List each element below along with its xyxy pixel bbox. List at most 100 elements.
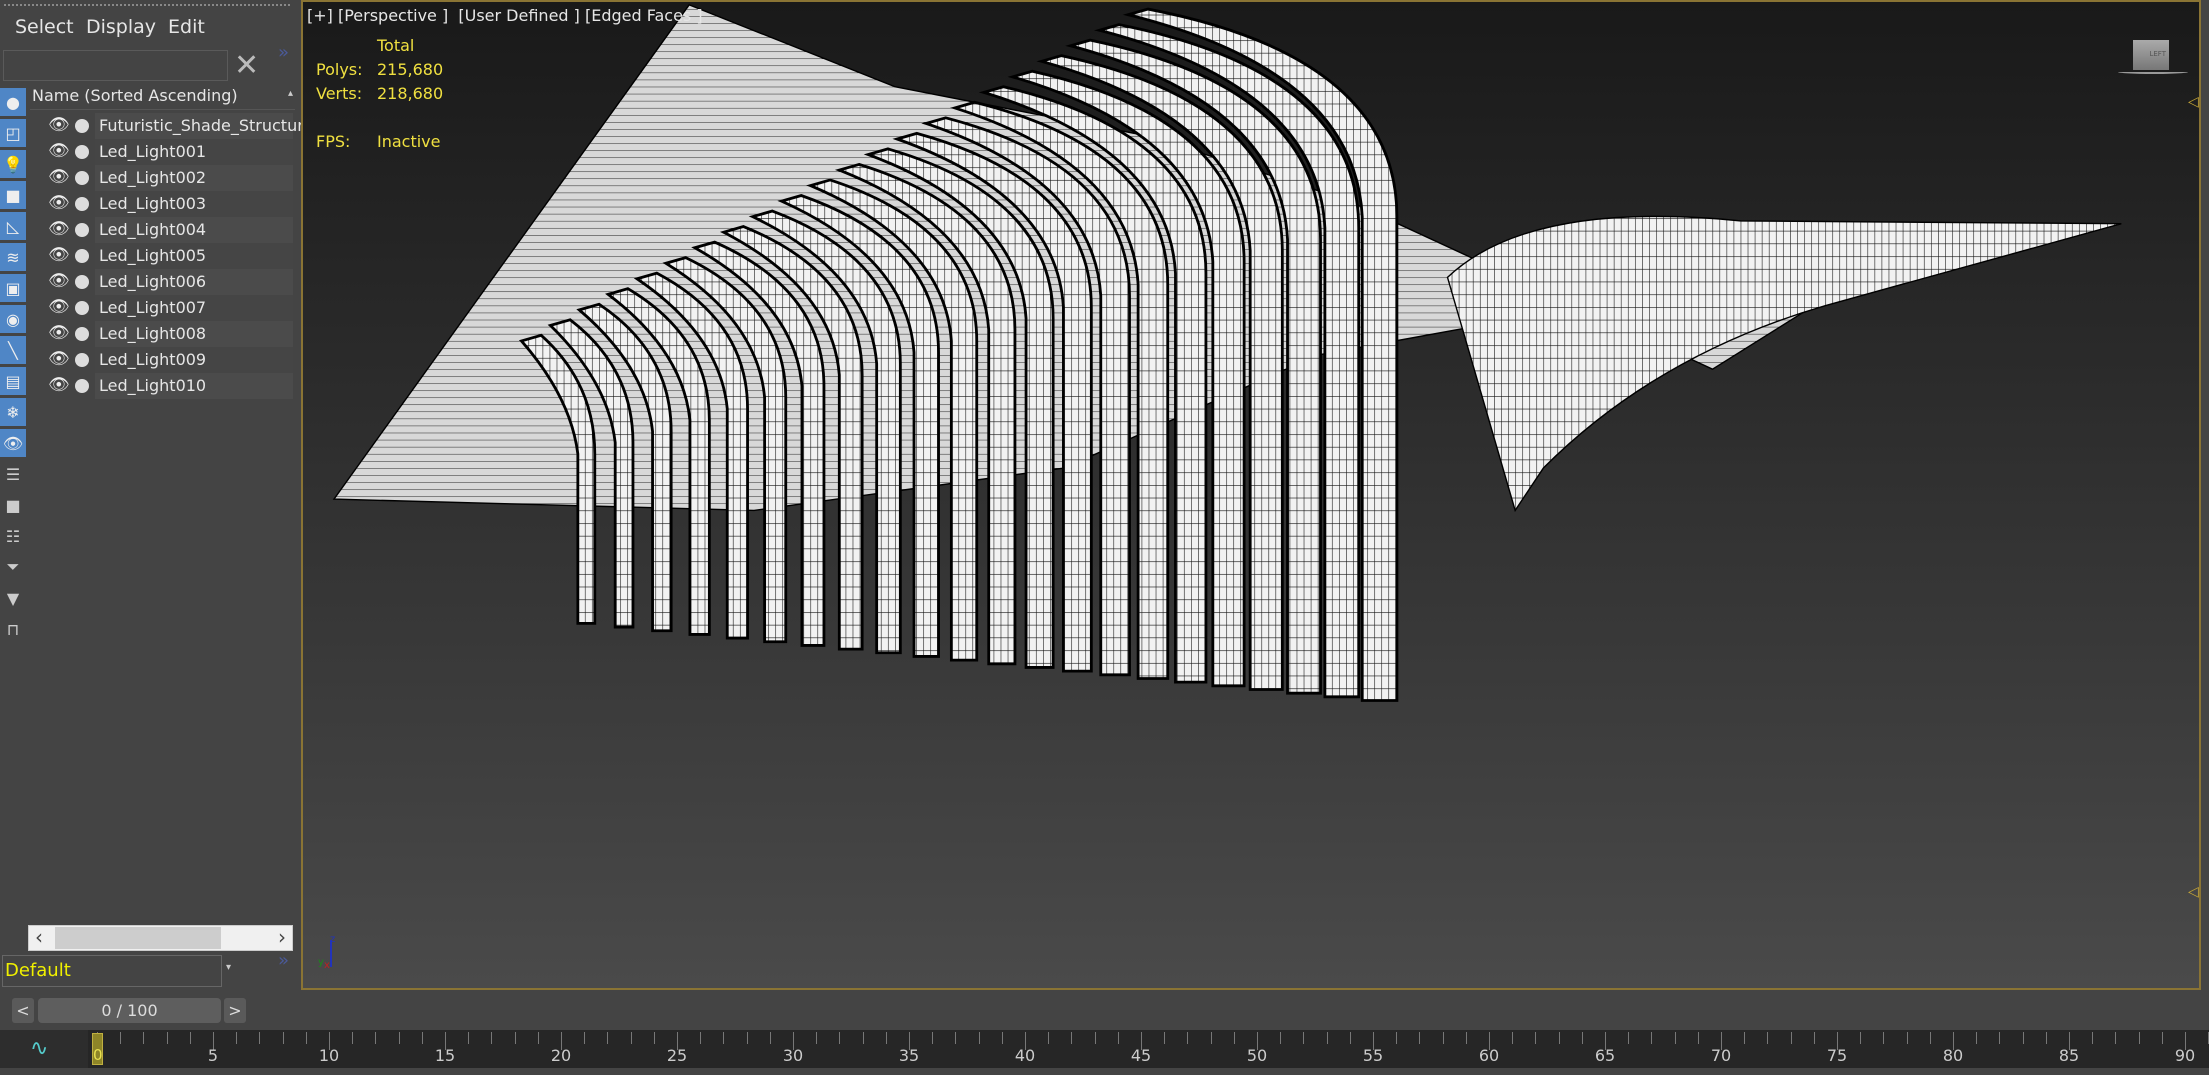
- viewcube[interactable]: LEFT: [2133, 40, 2169, 70]
- menu-select[interactable]: Select: [15, 16, 74, 38]
- spacewarps-icon[interactable]: ≋: [0, 243, 26, 271]
- list-item[interactable]: 👁 Led_Light005: [40, 243, 293, 269]
- freeze-dot-icon[interactable]: [75, 275, 89, 289]
- visibility-eye-icon[interactable]: 👁: [48, 375, 70, 395]
- svg-text:z: z: [330, 934, 335, 945]
- list-item[interactable]: 👁 Led_Light008: [40, 321, 293, 347]
- scroll-right-icon[interactable]: ›: [278, 925, 286, 949]
- timeline-tick: [1465, 1032, 1467, 1044]
- visibility-eye-icon[interactable]: 👁: [48, 297, 70, 317]
- geometry-icon[interactable]: ●: [0, 88, 26, 116]
- menu-edit[interactable]: Edit: [168, 16, 205, 38]
- timeline-label: 90: [2174, 1046, 2196, 1065]
- timeline-tick: [653, 1032, 655, 1044]
- lights-icon[interactable]: 💡: [0, 150, 26, 178]
- timeline-tick: [1326, 1032, 1328, 1044]
- freeze-dot-icon[interactable]: [75, 223, 89, 237]
- clear-search-icon[interactable]: ✕: [234, 48, 259, 83]
- containers-icon[interactable]: ▤: [0, 367, 26, 395]
- timeline-tick: [1929, 1032, 1931, 1044]
- list-item[interactable]: 👁 Led_Light001: [40, 139, 293, 165]
- shapes-icon[interactable]: ◰: [0, 119, 26, 147]
- time-slider[interactable]: 0 / 100: [38, 998, 221, 1023]
- display-all-icon[interactable]: ■: [0, 491, 26, 519]
- hidden-icon[interactable]: 👁: [0, 429, 26, 457]
- list-item[interactable]: 👁 Led_Light004: [40, 217, 293, 243]
- viewport-marker-icon: ◁: [2188, 94, 2199, 110]
- frozen-icon[interactable]: ❄: [0, 398, 26, 426]
- fps-value: Inactive: [377, 132, 441, 151]
- layers-icon[interactable]: ⊓: [0, 615, 26, 643]
- expand-icon[interactable]: »: [278, 950, 289, 971]
- bones-icon[interactable]: ╲: [0, 336, 26, 364]
- search-input[interactable]: [3, 50, 228, 81]
- helpers-icon[interactable]: ◺: [0, 212, 26, 240]
- timeline-tick: [1651, 1032, 1653, 1044]
- list-item[interactable]: 👁 Futuristic_Shade_Structure: [40, 113, 313, 139]
- expand-icon[interactable]: »: [278, 42, 289, 63]
- timeline-tick: [189, 1032, 191, 1044]
- timeline-tick: [1697, 1032, 1699, 1044]
- horizontal-scrollbar[interactable]: ‹ ›: [28, 925, 293, 951]
- timeline-tick: [1767, 1032, 1769, 1044]
- freeze-dot-icon[interactable]: [75, 301, 89, 315]
- visibility-eye-icon[interactable]: 👁: [48, 219, 70, 239]
- timeline-tick: [398, 1032, 400, 1044]
- visibility-eye-icon[interactable]: 👁: [48, 167, 70, 187]
- groups-icon[interactable]: ▣: [0, 274, 26, 302]
- column-header-name[interactable]: Name (Sorted Ascending) ▴: [30, 86, 295, 110]
- timeline-tick: [1094, 1032, 1096, 1044]
- list-item[interactable]: 👁 Led_Light009: [40, 347, 293, 373]
- filter-settings-icon[interactable]: ⏷: [0, 553, 26, 581]
- shade-structure-model[interactable]: [303, 2, 2201, 990]
- freeze-dot-icon[interactable]: [75, 249, 89, 263]
- panel-grip[interactable]: [4, 4, 290, 8]
- xrefs-icon[interactable]: ◉: [0, 305, 26, 333]
- perspective-viewport[interactable]: [+] [Perspective ] [User Defined ] [Edge…: [301, 0, 2201, 990]
- timeline-track[interactable]: 5 10 15 20 25 30 35 40 45 50 55 60 65 70 75 80 85 90: [88, 1030, 2209, 1068]
- curve-editor-icon[interactable]: ∿: [30, 1036, 48, 1061]
- chevron-down-icon[interactable]: ▾: [226, 962, 231, 973]
- freeze-dot-icon[interactable]: [75, 171, 89, 185]
- scroll-thumb[interactable]: [55, 927, 221, 949]
- visibility-eye-icon[interactable]: 👁: [48, 141, 70, 161]
- display-none-icon[interactable]: ☷: [0, 522, 26, 550]
- list-item[interactable]: 👁 Led_Light007: [40, 295, 293, 321]
- menu-display[interactable]: Display: [86, 16, 156, 38]
- freeze-dot-icon[interactable]: [75, 327, 89, 341]
- list-item[interactable]: 👁 Led_Light003: [40, 191, 293, 217]
- list-item[interactable]: 👁 Led_Light010: [40, 373, 293, 399]
- scroll-left-icon[interactable]: ‹: [35, 925, 43, 949]
- visibility-eye-icon[interactable]: 👁: [48, 115, 70, 135]
- visibility-eye-icon[interactable]: 👁: [48, 193, 70, 213]
- polys-value: 215,680: [377, 60, 444, 79]
- timeline-tick: [259, 1032, 261, 1044]
- viewport-label[interactable]: [+] [Perspective ] [User Defined ] [Edge…: [307, 6, 703, 25]
- visibility-eye-icon[interactable]: 👁: [48, 271, 70, 291]
- timeline-label: 5: [207, 1046, 219, 1065]
- next-frame-button[interactable]: >: [224, 998, 246, 1023]
- freeze-dot-icon[interactable]: [75, 353, 89, 367]
- timeline-label: 50: [1246, 1046, 1268, 1065]
- freeze-dot-icon[interactable]: [75, 379, 89, 393]
- item-name: Led_Light004: [95, 217, 293, 243]
- list-item[interactable]: 👁 Led_Light002: [40, 165, 293, 191]
- visibility-eye-icon[interactable]: 👁: [48, 349, 70, 369]
- freeze-dot-icon[interactable]: [75, 145, 89, 159]
- visibility-eye-icon[interactable]: 👁: [48, 245, 70, 265]
- layer-dropdown[interactable]: Default: [2, 955, 222, 987]
- current-frame-label: 0: [93, 1046, 103, 1064]
- cameras-icon[interactable]: ■: [0, 181, 26, 209]
- timeline-tick: [421, 1032, 423, 1044]
- freeze-dot-icon[interactable]: [75, 119, 89, 133]
- list-item[interactable]: 👁 Led_Light006: [40, 269, 293, 295]
- display-list-icon[interactable]: ☰: [0, 460, 26, 488]
- visibility-eye-icon[interactable]: 👁: [48, 323, 70, 343]
- prev-frame-button[interactable]: <: [12, 998, 34, 1023]
- filter-icon[interactable]: ▼: [0, 584, 26, 612]
- viewcube-ring[interactable]: [2118, 70, 2188, 74]
- timeline-label: 65: [1594, 1046, 1616, 1065]
- freeze-dot-icon[interactable]: [75, 197, 89, 211]
- timeline-tick: [1187, 1032, 1189, 1044]
- timeline-tick: [1860, 1032, 1862, 1044]
